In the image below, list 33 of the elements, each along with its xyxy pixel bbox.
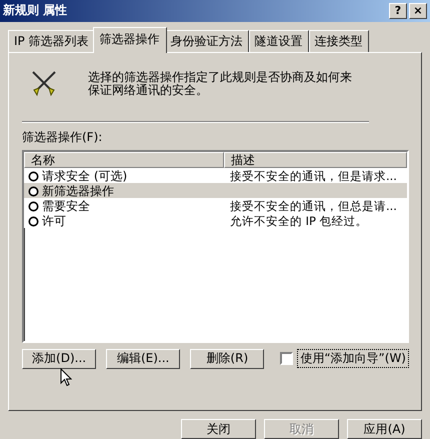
name-cell: 新筛选器操作 <box>24 182 224 200</box>
tab[interactable]: 连接类型 <box>308 30 369 52</box>
tab[interactable]: 隧道设置 <box>248 30 309 52</box>
name-cell: 需要安全 <box>24 198 224 215</box>
circle-icon <box>28 186 39 197</box>
dialog-button[interactable]: 应用(A) <box>347 419 422 439</box>
tab[interactable]: 筛选器操作 <box>92 26 167 53</box>
checkbox[interactable] <box>280 352 294 366</box>
close-button[interactable]: × <box>409 2 427 19</box>
help-button[interactable]: ? <box>389 2 407 19</box>
dialog-button[interactable]: 关闭 <box>181 419 256 439</box>
list-row[interactable]: 新筛选器操作 <box>24 182 407 198</box>
tab[interactable]: IP 筛选器列表 <box>8 30 95 52</box>
column-header[interactable]: 描述 <box>224 152 407 168</box>
action-button[interactable]: 添加(D)... <box>22 348 96 369</box>
mouse-pointer-icon <box>60 368 72 387</box>
description-cell-text: 允许不安全的 IP 包经过。 <box>229 214 369 229</box>
column-header[interactable]: 名称 <box>24 152 224 168</box>
action-button[interactable]: 删除(R) <box>190 348 264 369</box>
tab[interactable]: 身份验证方法 <box>164 30 249 52</box>
checkbox-label: 使用“添加向导”(W) <box>297 349 409 368</box>
circle-icon <box>28 200 39 212</box>
name-cell: 许可 <box>24 212 224 230</box>
window-title: 新规则 属性 <box>3 2 68 20</box>
circle-icon <box>28 216 39 227</box>
list-label: 筛选器操作(F): <box>22 128 104 146</box>
circle-icon <box>28 170 39 182</box>
action-button[interactable]: 编辑(E)... <box>106 348 180 369</box>
name-cell: 请求安全 (可选) <box>24 168 224 185</box>
description-cell-text: 接受不安全的通讯，但总是请... <box>229 198 398 214</box>
description-cell-text: 接受不安全的通讯，但是请求... <box>229 168 398 184</box>
crossed-swords-icon <box>30 68 58 97</box>
description-text: 选择的筛选器操作指定了此规则是否协商及如何来保证网络通讯的安全。 <box>88 68 353 97</box>
